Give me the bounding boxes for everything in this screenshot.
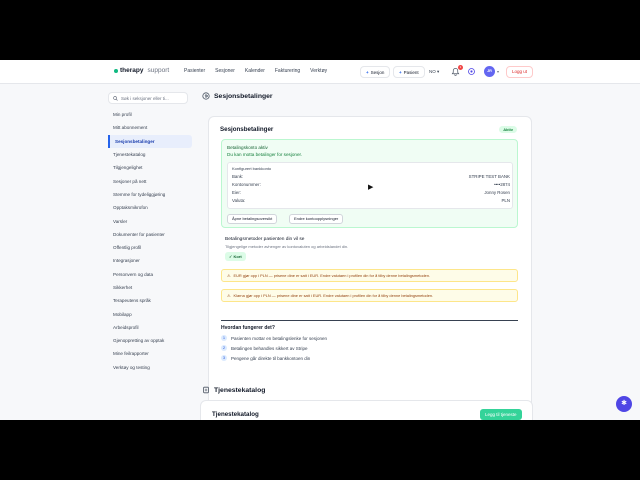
step-item: 1 Pasienten mottar en betalingslenke for … bbox=[221, 335, 327, 341]
page-heading: Sesjonsbetalinger bbox=[202, 92, 273, 100]
step-number: 3 bbox=[221, 355, 227, 361]
sidebar-item[interactable]: Varsler bbox=[108, 214, 192, 227]
how-it-works-title: Hvordan fungerer det? bbox=[221, 325, 275, 331]
nav-verktoy[interactable]: Verktøy bbox=[310, 68, 327, 74]
sidebar-item[interactable]: Integrasjoner bbox=[108, 254, 192, 267]
add-service-button[interactable]: Legg til tjeneste bbox=[480, 409, 522, 420]
sidebar-item[interactable]: Stemme for tydeliggjøring bbox=[108, 188, 192, 201]
methods-subtitle: Tilgjengelige metoder avhenger av kontov… bbox=[225, 244, 349, 249]
page-title: Sesjonsbetalinger bbox=[214, 92, 273, 100]
sidebar-item[interactable]: Mobilapp bbox=[108, 307, 192, 320]
gear-icon[interactable] bbox=[467, 67, 476, 76]
sidebar-item[interactable]: Mine feilrapporter bbox=[108, 347, 192, 360]
catalog-card: Tjenestekatalog Legg til tjeneste bbox=[200, 400, 533, 420]
card-method-label: Kort bbox=[233, 254, 242, 259]
open-dashboard-button[interactable]: Åpne betalingsoversikt bbox=[227, 214, 278, 224]
settings-sidebar: Min profil Mitt abonnement Sesjonsbetali… bbox=[108, 108, 192, 374]
catalog-icon bbox=[203, 386, 209, 394]
card-title: Sesjonsbetalinger bbox=[220, 126, 274, 133]
main-nav: Pasienter Sesjoner Kalender Fakturering … bbox=[184, 68, 327, 74]
warning-text: EUR gjør opp i PLN — prisene dine er sat… bbox=[233, 273, 431, 278]
warning-text: Klarna gjør opp i PLN — prisene dine er … bbox=[233, 293, 434, 298]
card-method-badge: ✓ Kort bbox=[225, 252, 246, 261]
step-number: 2 bbox=[221, 345, 227, 351]
warning-icon: ⚠ bbox=[227, 293, 231, 298]
new-session-label: Sesjon bbox=[370, 69, 385, 75]
configured-account-label: Konfigurert bankkonto bbox=[232, 166, 272, 171]
step-text: Betalingen behandles sikkert av Stripe bbox=[231, 345, 308, 351]
chevron-down-icon[interactable]: ▾ bbox=[497, 69, 499, 74]
row-label: Eier: bbox=[232, 190, 242, 195]
sidebar-item[interactable]: Personvern og data bbox=[108, 268, 192, 281]
plus-icon: + bbox=[399, 69, 402, 75]
search-placeholder: Søk i seksjoner eller ti... bbox=[121, 95, 169, 101]
payment-icon bbox=[202, 92, 210, 100]
sidebar-item[interactable]: Sesjoner på nett bbox=[108, 174, 192, 187]
methods-title: Betalingsmetoder pasienten din vil se bbox=[225, 237, 305, 242]
sidebar-item[interactable]: Dokumenter for pasienter bbox=[108, 228, 192, 241]
logo-dot-icon bbox=[114, 68, 118, 73]
avatar[interactable]: JR bbox=[484, 66, 495, 77]
warning-icon: ⚠ bbox=[227, 273, 231, 278]
logout-button[interactable]: Logg ut bbox=[506, 66, 534, 78]
sidebar-item[interactable]: Offentlig profil bbox=[108, 241, 192, 254]
notification-badge: 1 bbox=[458, 65, 463, 70]
row-value: ••••2874 bbox=[494, 182, 510, 187]
sidebar-item[interactable]: Verktøy og testing bbox=[108, 361, 192, 374]
row-value: Jonny Rosen bbox=[484, 190, 510, 195]
nav-fakturering[interactable]: Fakturering bbox=[275, 68, 300, 74]
row-label: Bank: bbox=[232, 174, 244, 179]
account-active-title: Betalingskonto aktiv bbox=[227, 145, 268, 150]
plus-icon: + bbox=[366, 69, 369, 75]
nav-sesjoner[interactable]: Sesjoner bbox=[215, 68, 235, 74]
step-text: Pengene går direkte til bankkontoen din bbox=[231, 355, 311, 361]
account-active-subtitle: Du kan motta betalinger for sesjoner. bbox=[227, 152, 303, 157]
catalog-heading: Tjenestekatalog bbox=[202, 386, 265, 394]
row-value: STRIPE TEST BANK bbox=[468, 174, 510, 179]
payments-card: Sesjonsbetalinger Aktiv Betalingskonto a… bbox=[208, 116, 532, 420]
nav-pasienter[interactable]: Pasienter bbox=[184, 68, 205, 74]
warning-klarna: ⚠ Klarna gjør opp i PLN — prisene dine e… bbox=[221, 289, 518, 302]
app-window: therapy support Pasienter Sesjoner Kalen… bbox=[0, 60, 640, 420]
nav-kalender[interactable]: Kalender bbox=[245, 68, 265, 74]
new-session-button[interactable]: + Sesjon bbox=[360, 66, 391, 78]
brand-sub: support bbox=[147, 67, 170, 74]
edit-account-button[interactable]: Endre kontoopplysninger bbox=[289, 214, 344, 224]
sidebar-item[interactable]: Terapeutens språk bbox=[108, 294, 192, 307]
sidebar-item[interactable]: Min profil bbox=[108, 108, 192, 121]
sidebar-item-active[interactable]: Sesjonsbetalinger bbox=[108, 134, 192, 148]
assistant-fab-button[interactable]: ✱ bbox=[616, 396, 632, 412]
divider bbox=[221, 320, 518, 321]
sidebar-item[interactable]: Tilgjengelighet bbox=[108, 161, 192, 174]
top-navigation: therapy support Pasienter Sesjoner Kalen… bbox=[0, 60, 640, 84]
search-icon bbox=[113, 95, 118, 101]
mouse-cursor-icon: ▶ bbox=[368, 184, 374, 191]
step-item: 3 Pengene går direkte til bankkontoen din bbox=[221, 355, 310, 361]
step-text: Pasienten mottar en betalingslenke for s… bbox=[231, 335, 328, 341]
catalog-title: Tjenestekatalog bbox=[212, 411, 259, 418]
status-badge: Aktiv bbox=[499, 126, 517, 133]
row-label: Kontonummer: bbox=[232, 182, 261, 187]
brand-logo[interactable]: therapy support bbox=[114, 67, 169, 74]
sidebar-item[interactable]: Tjenestekatalog bbox=[108, 148, 192, 161]
sidebar-item[interactable]: Mitt abonnement bbox=[108, 121, 192, 134]
sidebar-item[interactable]: Arbeidsprofil bbox=[108, 321, 192, 334]
row-value: PLN bbox=[501, 198, 510, 203]
warning-blik: ⚠ EUR gjør opp i PLN — prisene dine er s… bbox=[221, 269, 518, 282]
brand-name: therapy bbox=[120, 67, 144, 74]
account-row: Valuta: PLN bbox=[232, 198, 510, 203]
step-item: 2 Betalingen behandles sikkert av Stripe bbox=[221, 345, 308, 351]
new-patient-button[interactable]: + Pasient bbox=[393, 66, 425, 78]
language-label: NO bbox=[429, 69, 436, 74]
sidebar-item[interactable]: Gjenoppretting av opptak bbox=[108, 334, 192, 347]
catalog-section-title: Tjenestekatalog bbox=[214, 386, 266, 394]
sidebar-item[interactable]: Sikkerhet bbox=[108, 281, 192, 294]
row-label: Valuta: bbox=[232, 198, 246, 203]
account-row: Bank: STRIPE TEST BANK bbox=[232, 174, 510, 179]
sidebar-item[interactable]: Opptaksmikrofon bbox=[108, 201, 192, 214]
search-input[interactable]: Søk i seksjoner eller ti... bbox=[108, 92, 188, 104]
new-patient-label: Pasient bbox=[403, 69, 419, 75]
step-number: 1 bbox=[221, 335, 227, 341]
language-select[interactable]: NO ▾ bbox=[429, 69, 439, 75]
